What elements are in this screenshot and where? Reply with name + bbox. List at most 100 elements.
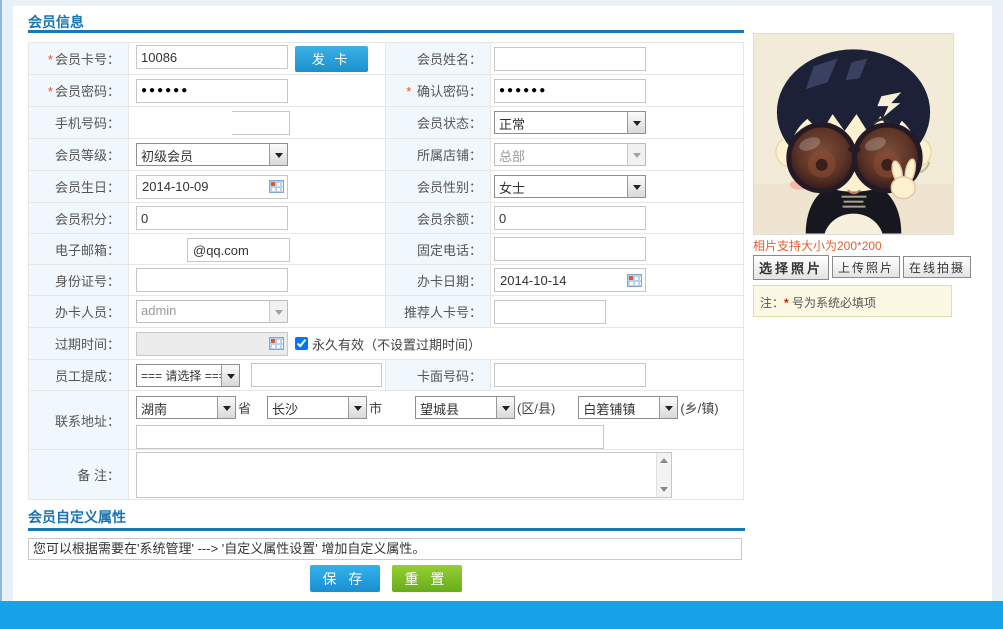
points-input[interactable] bbox=[136, 206, 288, 230]
form-row-level-store: 会员等级： 初级会员 所属店铺： 总部 bbox=[28, 138, 744, 171]
permanent-checkbox-label: 永久有效（不设置过期时间） bbox=[312, 337, 482, 352]
province-select[interactable]: 湖南 bbox=[136, 396, 236, 419]
card-date-label: 办卡日期： bbox=[416, 273, 482, 289]
chevron-down-icon bbox=[269, 144, 287, 165]
district-select[interactable]: 望城县 bbox=[415, 396, 516, 419]
city-suffix: 市 bbox=[369, 401, 383, 416]
card-face-label: 卡面号码： bbox=[416, 368, 482, 384]
photo-panel: 相片支持大小为200*200 选择照片 上传照片 在线拍摄 注：* 号为系统必填… bbox=[753, 33, 972, 317]
address-label: 联系地址： bbox=[54, 413, 120, 429]
chevron-down-icon bbox=[659, 397, 678, 418]
required-fields-note: 注：* 号为系统必填项 bbox=[753, 285, 952, 317]
section-title-custom-attrs: 会员自定义属性 bbox=[28, 509, 126, 525]
password-input[interactable] bbox=[136, 78, 288, 103]
card-date-input[interactable]: 2014-10-14 bbox=[494, 268, 646, 292]
member-info-form: *会员卡号： 发 卡 会员姓名： *会员密码： * 确认密码： 手机号码： 会员… bbox=[28, 42, 744, 500]
province-suffix: 省 bbox=[238, 401, 252, 416]
chevron-down-icon bbox=[348, 397, 367, 418]
calendar-icon bbox=[269, 337, 284, 350]
address-detail-input[interactable] bbox=[136, 425, 604, 449]
required-mark: * bbox=[47, 84, 53, 99]
section-divider-bottom bbox=[28, 528, 745, 531]
phone-label: 固定电话： bbox=[416, 242, 482, 258]
remark-textarea[interactable] bbox=[136, 451, 672, 498]
mobile-input[interactable] bbox=[232, 111, 290, 135]
points-label: 会员积分： bbox=[54, 211, 120, 227]
remark-label: 备 注： bbox=[77, 468, 120, 483]
email-input[interactable]: @qq.com bbox=[187, 238, 290, 262]
chevron-down-icon bbox=[496, 397, 515, 418]
password-label: 会员密码： bbox=[54, 84, 120, 99]
save-button[interactable]: 保 存 bbox=[309, 565, 380, 592]
member-name-input[interactable] bbox=[494, 46, 646, 71]
online-capture-button[interactable]: 在线拍摄 bbox=[903, 256, 972, 278]
required-mark: * bbox=[406, 84, 412, 99]
form-row-commission-cardface: 员工提成： === 请选择 === 卡面号码： bbox=[28, 359, 744, 391]
section-title-member-info: 会员信息 bbox=[28, 14, 84, 30]
balance-input[interactable] bbox=[494, 206, 646, 230]
member-avatar-image bbox=[753, 33, 954, 235]
cardno-label: 会员卡号： bbox=[54, 52, 120, 67]
district-suffix: (区/县) bbox=[517, 401, 556, 416]
form-row-cardno-name: *会员卡号： 发 卡 会员姓名： bbox=[28, 42, 744, 75]
chevron-down-icon bbox=[269, 301, 287, 322]
commission-select[interactable]: === 请选择 === bbox=[136, 364, 240, 388]
form-row-id-carddate: 身份证号： 办卡日期： 2014-10-14 bbox=[28, 264, 744, 296]
gender-select[interactable]: 女士 bbox=[494, 175, 646, 198]
expire-label: 过期时间： bbox=[54, 337, 120, 352]
form-row-birthday-gender: 会员生日： 2014-10-09 会员性别： 女士 bbox=[28, 170, 744, 203]
city-select[interactable]: 长沙 bbox=[267, 396, 368, 419]
email-label: 电子邮箱： bbox=[54, 242, 120, 258]
custom-attrs-hint: 您可以根据需要在'系统管理' ---> '自定义属性设置' 增加自定义属性。 bbox=[28, 538, 742, 560]
store-label: 所属店铺： bbox=[416, 148, 482, 163]
operator-label: 办卡人员： bbox=[54, 305, 120, 320]
town-suffix: (乡/镇) bbox=[680, 401, 719, 416]
gender-label: 会员性别： bbox=[416, 180, 482, 195]
balance-label: 会员余额： bbox=[416, 211, 482, 227]
mobile-label: 手机号码： bbox=[54, 116, 120, 131]
level-select[interactable]: 初级会员 bbox=[136, 143, 288, 166]
chevron-down-icon bbox=[627, 176, 645, 197]
card-no-input[interactable] bbox=[136, 45, 288, 70]
upload-photo-button[interactable]: 上传照片 bbox=[832, 256, 901, 278]
referrer-label: 推荐人卡号： bbox=[403, 305, 482, 320]
scroll-up-icon[interactable] bbox=[657, 453, 671, 466]
member-form-page: 会员信息 *会员卡号： 发 卡 会员姓名： *会员密码： * 确认密码： 手机号… bbox=[0, 0, 1003, 629]
referrer-input[interactable] bbox=[494, 299, 606, 324]
chevron-down-icon bbox=[221, 365, 239, 387]
form-row-address: 联系地址： 湖南 省 长沙 市 望城县 (区/县) 白箬铺镇 (乡/镇) bbox=[28, 390, 744, 450]
commission-label: 员工提成： bbox=[54, 368, 120, 384]
town-select[interactable]: 白箬铺镇 bbox=[578, 396, 679, 419]
store-select-disabled: 总部 bbox=[494, 143, 646, 166]
form-row-expire: 过期时间： 永久有效（不设置过期时间） bbox=[28, 327, 744, 360]
permanent-checkbox[interactable] bbox=[295, 337, 308, 350]
required-mark: * bbox=[47, 52, 53, 67]
operator-select-disabled: admin bbox=[136, 300, 288, 323]
calendar-icon[interactable] bbox=[269, 180, 284, 193]
id-no-input[interactable] bbox=[136, 268, 288, 292]
form-actions: 保 存 重 置 bbox=[28, 565, 743, 592]
chevron-down-icon bbox=[627, 144, 645, 165]
level-label: 会员等级： bbox=[54, 148, 120, 163]
section-divider-top bbox=[28, 30, 744, 33]
scroll-down-icon[interactable] bbox=[657, 484, 671, 497]
chevron-down-icon bbox=[217, 397, 235, 418]
issue-card-button[interactable]: 发 卡 bbox=[294, 45, 368, 72]
expire-input-disabled bbox=[136, 331, 288, 356]
form-row-mobile-status: 手机号码： 会员状态： 正常 bbox=[28, 106, 744, 139]
status-select[interactable]: 正常 bbox=[494, 111, 646, 134]
form-row-passwords: *会员密码： * 确认密码： bbox=[28, 74, 744, 107]
choose-photo-button[interactable]: 选择照片 bbox=[753, 255, 830, 280]
confirm-password-input[interactable] bbox=[494, 78, 646, 103]
idno-label: 身份证号： bbox=[54, 273, 120, 289]
chevron-down-icon bbox=[627, 112, 645, 133]
reset-button[interactable]: 重 置 bbox=[391, 565, 462, 592]
form-row-email-phone: 电子邮箱： @qq.com 固定电话： bbox=[28, 233, 744, 265]
status-label: 会员状态： bbox=[416, 116, 482, 131]
textarea-scrollbar[interactable] bbox=[656, 452, 671, 497]
commission-input[interactable] bbox=[250, 362, 382, 387]
phone-input[interactable] bbox=[494, 237, 646, 261]
card-face-input[interactable] bbox=[494, 363, 646, 387]
calendar-icon[interactable] bbox=[627, 273, 642, 287]
birthday-input[interactable]: 2014-10-09 bbox=[136, 174, 288, 199]
